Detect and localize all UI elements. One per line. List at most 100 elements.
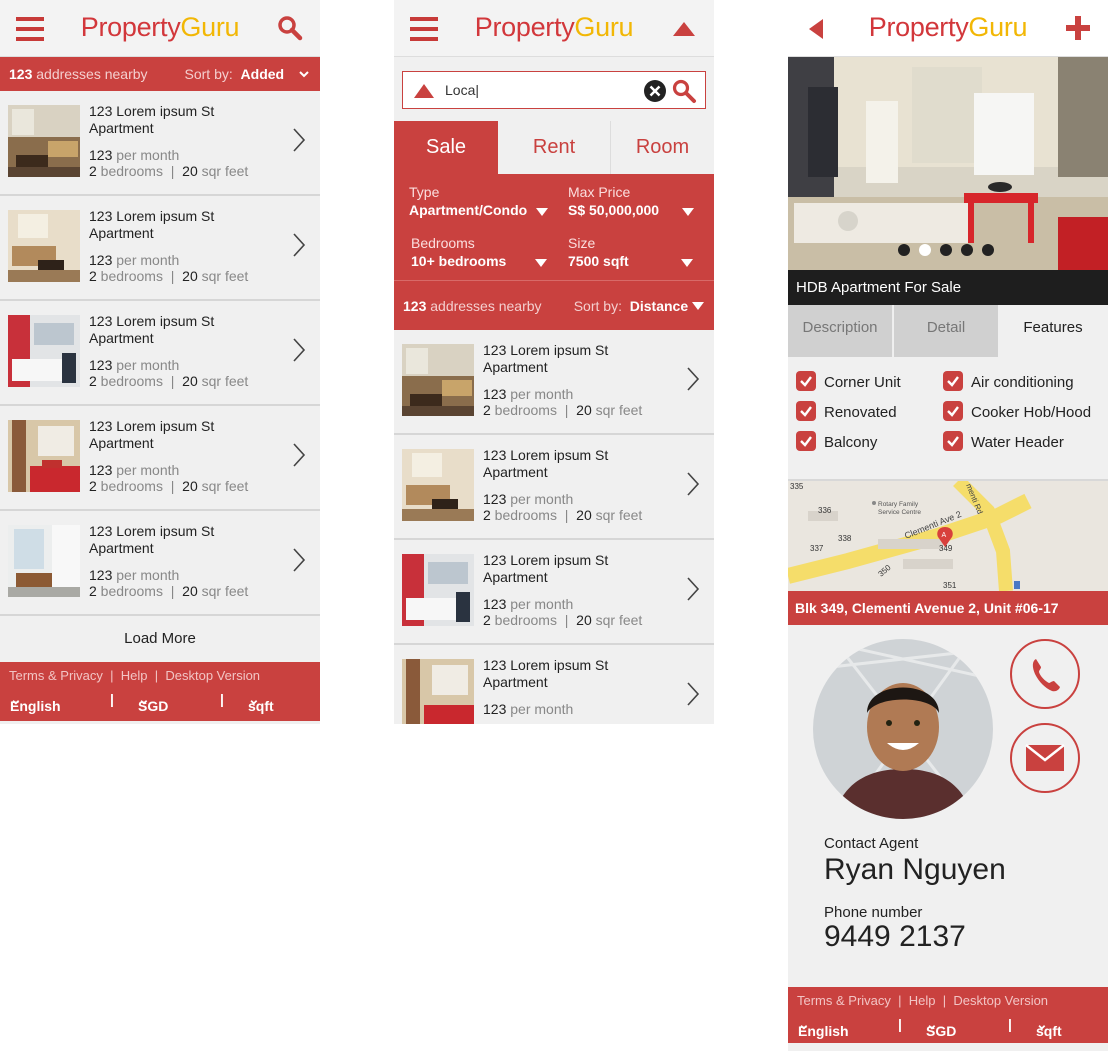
search-value: Loca| [445, 82, 479, 98]
help-link[interactable]: Help [909, 993, 936, 1008]
desktop-version-link[interactable]: Desktop Version [953, 993, 1048, 1008]
listing-thumbnail [8, 210, 80, 282]
listing-item[interactable]: 123 Lorem ipsum St Apartment 123 per mon… [0, 406, 320, 511]
listing-price: 123 per month [89, 462, 180, 478]
unit-select[interactable]: sqft ⌄ [248, 691, 274, 714]
listing-item[interactable]: 123 Lorem ipsum St Apartment 123 per mon… [0, 301, 320, 406]
agent-name: Ryan Nguyen [824, 853, 1006, 886]
listing-price: 123 per month [89, 357, 180, 373]
listing-item[interactable]: 123 Lorem ipsum St Apartment 123 per mon… [394, 645, 714, 724]
detail-tabs: Description Detail Features [788, 305, 1108, 357]
listing-thumbnail [402, 554, 474, 626]
filter-label: Size [568, 235, 596, 251]
svg-text:337: 337 [810, 544, 824, 553]
chevron-right-icon [687, 577, 700, 601]
listing-price: 123 per month [89, 567, 180, 583]
type-filter[interactable]: Type Apartment/Condo [409, 184, 527, 218]
tab-room[interactable]: Room [611, 121, 714, 174]
sort-dropdown[interactable]: Sort by: Added [185, 57, 310, 91]
search-icon[interactable] [276, 14, 304, 42]
screen-listing: PropertyGuru 123 addresses nearby Sort b… [0, 0, 320, 724]
tab-description[interactable]: Description [788, 305, 893, 357]
footer-options: English ⌄ | SGD ⌄ | sqft ⌄ [10, 691, 274, 714]
plus-icon[interactable] [1064, 14, 1092, 42]
app-header: PropertyGuru [394, 0, 714, 57]
listing-item[interactable]: 123 Lorem ipsum St Apartment 123 per mon… [0, 91, 320, 196]
svg-text:Service Centre: Service Centre [878, 509, 921, 516]
feature-item: Water Header [943, 431, 1064, 453]
listing-price: 123 per month [483, 386, 574, 402]
svg-text:338: 338 [838, 534, 852, 543]
listing-thumbnail [8, 420, 80, 492]
search-icon[interactable] [671, 78, 697, 104]
sort-value: Distance [629, 298, 689, 314]
desktop-version-link[interactable]: Desktop Version [165, 668, 260, 683]
brand-logo: PropertyGuru [474, 12, 634, 42]
carousel-indicator[interactable] [898, 243, 1003, 261]
collapse-triangle-icon[interactable] [670, 14, 698, 42]
phone-number-label: Phone number [824, 904, 923, 921]
chevron-down-icon [536, 208, 548, 216]
listing-item[interactable]: 123 Lorem ipsum St Apartment 123 per mon… [0, 511, 320, 616]
bedrooms-filter[interactable]: Bedrooms 10+ bedrooms [411, 235, 506, 269]
call-button[interactable] [1010, 639, 1080, 709]
listing-title: 123 Lorem ipsum St Apartment [483, 657, 609, 690]
filter-label: Type [409, 184, 440, 200]
listing-meta: 2 bedrooms | 20 sqr feet [89, 163, 249, 179]
map-image: 335 336 Rotary Family Service Centre Cle… [788, 481, 1108, 591]
language-select[interactable]: English ⌄ [798, 1016, 849, 1039]
phone-icon [1032, 659, 1060, 692]
footer: Terms & Privacy | Help | Desktop Version… [0, 662, 320, 721]
listing-thumbnail [8, 315, 80, 387]
language-select[interactable]: English ⌄ [10, 691, 61, 714]
feature-item: Balcony [796, 431, 877, 453]
currency-select[interactable]: SGD ⌄ [138, 691, 168, 714]
chevron-right-icon [293, 338, 306, 362]
filter-value: S$ 50,000,000 [568, 202, 660, 218]
checkbox-checked-icon [943, 371, 963, 391]
listing-title: 123 Lorem ipsum St Apartment [483, 342, 609, 375]
tab-sale[interactable]: Sale [394, 121, 498, 174]
listing-caption: HDB Apartment For Sale [788, 270, 1108, 305]
svg-text:A: A [942, 532, 947, 539]
clear-icon[interactable] [643, 79, 667, 103]
listing-item[interactable]: 123 Lorem ipsum St Apartment 123 per mon… [0, 196, 320, 301]
app-header: PropertyGuru [0, 0, 320, 57]
currency-select[interactable]: SGD ⌄ [926, 1016, 956, 1039]
email-button[interactable] [1010, 723, 1080, 793]
listing-item[interactable]: 123 Lorem ipsum St Apartment 123 per mon… [394, 540, 714, 645]
tab-features[interactable]: Features [998, 305, 1108, 357]
search-input[interactable]: Loca| [402, 71, 706, 109]
load-more-button[interactable]: Load More [0, 616, 320, 662]
terms-link[interactable]: Terms & Privacy [9, 668, 103, 683]
unit-select[interactable]: sqft ⌄ [1036, 1016, 1062, 1039]
tab-detail[interactable]: Detail [894, 305, 998, 357]
listing-title: 123 Lorem ipsum St Apartment [89, 313, 215, 346]
result-count-label: addresses nearby [426, 298, 542, 314]
search-filters: Type Apartment/Condo Max Price S$ 50,000,0… [394, 174, 714, 280]
chevron-down-icon [682, 208, 694, 216]
agent-phone[interactable]: 9449 2137 [824, 920, 966, 954]
listing-meta: 2 bedrooms | 20 sqr feet [89, 373, 249, 389]
help-link[interactable]: Help [121, 668, 148, 683]
filter-value: 10+ bedrooms [411, 253, 507, 269]
size-filter[interactable]: Size 7500 sqft [568, 235, 629, 269]
listing-price: 123 per month [89, 147, 180, 163]
svg-text:336: 336 [818, 506, 832, 515]
listing-item[interactable]: 123 Lorem ipsum St Apartment 123 per mon… [394, 435, 714, 540]
filter-label: Bedrooms [411, 235, 475, 251]
result-count-label: addresses nearby [32, 66, 148, 82]
listing-meta: 2 bedrooms | 20 sqr feet [483, 507, 643, 523]
checkbox-checked-icon [796, 371, 816, 391]
property-photo[interactable] [788, 57, 1108, 270]
tab-rent[interactable]: Rent [498, 121, 611, 174]
chevron-right-icon [687, 682, 700, 706]
sort-dropdown[interactable]: Sort by: Distance [574, 281, 704, 331]
feature-item: Air conditioning [943, 371, 1074, 393]
location-map[interactable]: 335 336 Rotary Family Service Centre Cle… [788, 481, 1108, 591]
terms-link[interactable]: Terms & Privacy [797, 993, 891, 1008]
listing-item[interactable]: 123 Lorem ipsum St Apartment 123 per mon… [394, 330, 714, 435]
sort-value: Added [240, 66, 285, 82]
filter-value: 7500 sqft [568, 253, 629, 269]
max-price-filter[interactable]: Max Price S$ 50,000,000 [568, 184, 659, 218]
